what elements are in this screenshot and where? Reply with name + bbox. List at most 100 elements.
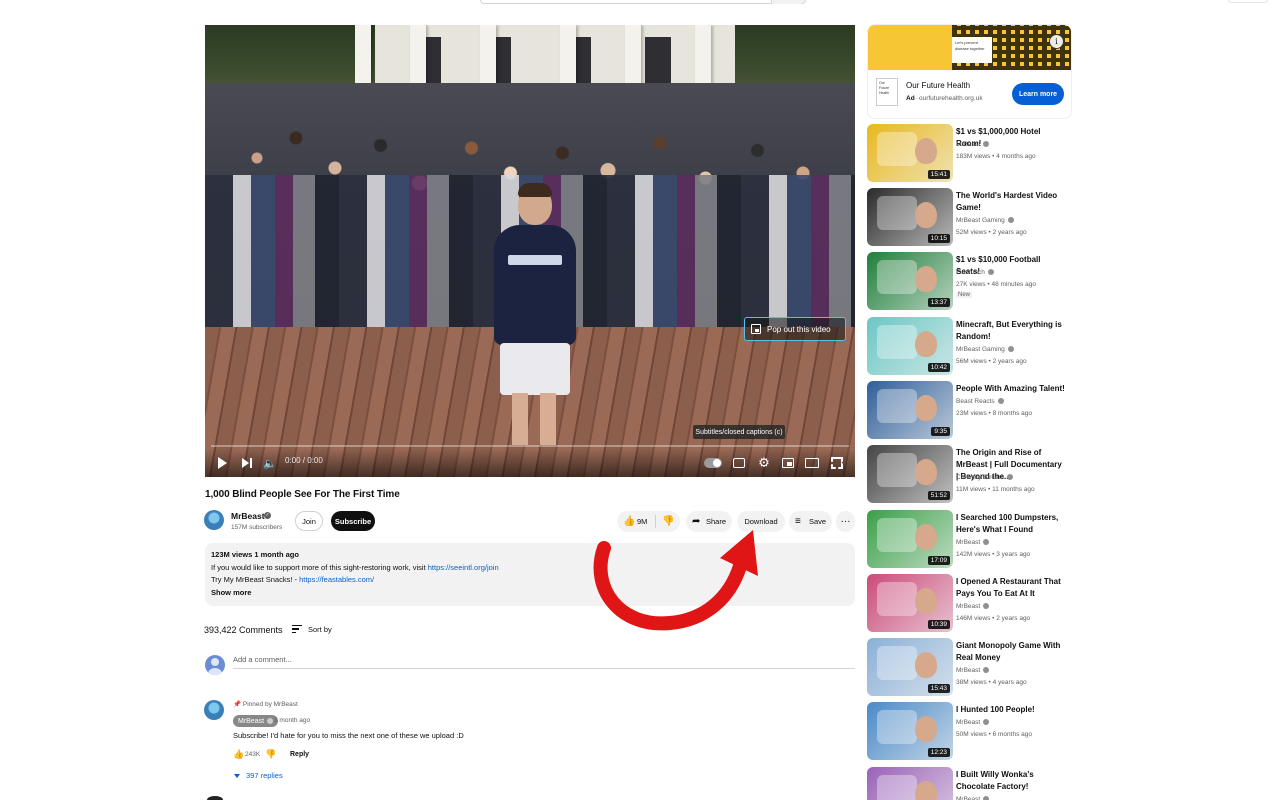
video-thumbnail[interactable]: 12:23 xyxy=(867,702,953,760)
recommended-video-channel[interactable]: MrBeast xyxy=(956,796,990,800)
video-duration: 10:39 xyxy=(927,620,950,629)
gear-icon[interactable]: ⚙ xyxy=(757,455,771,470)
video-thumbnail[interactable]: 13:37 xyxy=(867,252,953,310)
video-thumbnail[interactable]: 10:15 xyxy=(867,188,953,246)
video-thumbnail[interactable]: 9:35 xyxy=(867,381,953,439)
video-thumbnail[interactable]: 17:09 xyxy=(867,510,953,568)
recommended-video[interactable]: 51:52 The Origin and Rise of MrBeast | Fu… xyxy=(867,445,1067,505)
recommended-video-title[interactable]: Minecraft, But Everything is Random! xyxy=(956,319,1066,343)
next-icon[interactable] xyxy=(241,457,253,469)
ad-banner[interactable]: Let's prevent disease together i xyxy=(868,25,1071,70)
video-duration: 51:52 xyxy=(927,491,950,500)
recommended-video-channel[interactable]: MrBeast xyxy=(956,603,990,610)
video-thumbnail[interactable]: 15:41 xyxy=(867,124,953,182)
add-comment-input[interactable]: Add a comment... xyxy=(233,655,855,669)
comment-author-avatar[interactable] xyxy=(204,700,224,720)
recommended-video-channel[interactable]: Futcrunch xyxy=(956,269,994,276)
recommended-video-channel[interactable]: MrBeast xyxy=(956,539,990,546)
sort-by-button[interactable]: Sort by xyxy=(308,625,332,634)
recommended-video[interactable]: 10:42 Minecraft, But Everything is Random… xyxy=(867,317,1067,377)
recommended-video-channel[interactable]: Curiosity Stream xyxy=(956,474,1014,481)
search-bar[interactable] xyxy=(480,0,806,4)
volume-icon[interactable]: 🔈 xyxy=(263,457,277,470)
recommended-video-channel[interactable]: MrBeast xyxy=(956,719,990,726)
thumbs-down-icon[interactable]: 👎 xyxy=(662,516,674,527)
reply-button[interactable]: Reply xyxy=(290,751,309,758)
recommended-video[interactable]: 15:41 $1 vs $1,000,000 Hotel Room! MrBeast… xyxy=(867,124,1067,184)
recommended-video[interactable]: 12:23 I Hunted 100 People! MrBeast 50M view… xyxy=(867,702,1067,762)
recommended-video-channel[interactable]: MrBeast xyxy=(956,141,990,148)
ad-card[interactable]: Let's prevent disease together i Our Fut… xyxy=(867,24,1072,119)
play-icon[interactable] xyxy=(217,457,227,469)
comment-time[interactable]: 1 month ago xyxy=(274,717,310,724)
video-thumbnail[interactable]: 51:52 xyxy=(867,445,953,503)
verified-icon xyxy=(983,719,990,726)
seeintl-link[interactable]: https://seeintl.org/join xyxy=(428,563,499,572)
video-thumbnail[interactable]: 15:43 xyxy=(867,638,953,696)
info-icon[interactable]: i xyxy=(1049,34,1064,49)
popout-button[interactable]: Pop out this video xyxy=(744,317,846,341)
search-button[interactable] xyxy=(771,0,805,4)
ad-label: Ad xyxy=(906,95,915,102)
comment-thumbs-down-icon[interactable]: 👎 xyxy=(265,749,276,760)
recommended-video-title[interactable]: The World's Hardest Video Game! xyxy=(956,190,1066,214)
player-controls: 🔈 0:00 / 0:00 ⚙ xyxy=(205,449,855,477)
channel-avatar[interactable] xyxy=(204,510,224,530)
recommended-video-channel[interactable]: MrBeast xyxy=(956,667,990,674)
video-thumbnail[interactable]: 10:42 xyxy=(867,317,953,375)
recommended-video[interactable]: 13:37 $1 vs $10,000 Football Seats! Futcru… xyxy=(867,252,1067,312)
recommended-video-channel[interactable]: MrBeast Gaming xyxy=(956,346,1014,353)
recommended-video[interactable]: 17:09 I Searched 100 Dumpsters, Here's Wh… xyxy=(867,510,1067,570)
video-player[interactable]: Pop out this video Subtitles/closed capt… xyxy=(205,25,855,477)
video-duration: 15:41 xyxy=(927,170,950,179)
recommended-video-channel[interactable]: Beast Reacts xyxy=(956,398,1004,405)
recommended-video-title[interactable]: I Built Willy Wonka's Chocolate Factory! xyxy=(956,769,1066,793)
ad-url: · ourfuturehealth.org.uk xyxy=(915,95,983,102)
theater-mode-icon[interactable] xyxy=(805,458,819,468)
recommended-video[interactable]: 10:15 The World's Hardest Video Game! MrBe… xyxy=(867,188,1067,248)
verified-icon xyxy=(983,796,990,800)
video-thumbnail[interactable] xyxy=(867,767,953,800)
video-thumbnail[interactable]: 10:39 xyxy=(867,574,953,632)
recommended-video-title[interactable]: People With Amazing Talent! xyxy=(956,383,1066,395)
save-button[interactable]: ≡ Save xyxy=(789,511,832,532)
thumbs-up-icon[interactable]: 👍 xyxy=(623,516,635,527)
verified-icon xyxy=(1007,346,1014,353)
comment-author[interactable]: MrBeast xyxy=(233,715,279,727)
join-button[interactable]: Join xyxy=(295,511,323,531)
recommended-video[interactable]: 15:43 Giant Monopoly Game With Real Money… xyxy=(867,638,1067,698)
more-actions-button[interactable]: ··· xyxy=(836,511,855,532)
recommended-video[interactable]: I Built Willy Wonka's Chocolate Factory!… xyxy=(867,767,1067,800)
my-avatar xyxy=(205,655,225,675)
progress-bar[interactable] xyxy=(211,445,849,447)
like-count[interactable]: 9M xyxy=(637,517,647,526)
recommended-video[interactable]: 9:35 People With Amazing Talent! Beast Rea… xyxy=(867,381,1067,441)
autoplay-toggle-icon[interactable] xyxy=(704,458,722,468)
comment-thumbs-up-icon[interactable]: 👍 xyxy=(233,749,244,760)
captions-icon[interactable] xyxy=(733,458,745,468)
video-duration: 17:09 xyxy=(927,556,950,565)
red-arrow-annotation xyxy=(593,530,758,631)
channel-name[interactable]: MrBeast xyxy=(231,511,265,521)
recommended-video-title[interactable]: I Opened A Restaurant That Pays You To E… xyxy=(956,576,1066,600)
replies-toggle[interactable]: 397 replies xyxy=(234,771,283,780)
recommended-video-title[interactable]: I Searched 100 Dumpsters, Here's What I … xyxy=(956,512,1066,536)
subscribe-button[interactable]: Subscribe xyxy=(331,511,375,531)
ad-title[interactable]: Our Future Health xyxy=(906,81,970,90)
recommended-video-title[interactable]: I Hunted 100 People! xyxy=(956,704,1066,716)
captions-tooltip: Subtitles/closed captions (c) xyxy=(693,425,785,439)
recommended-video[interactable]: 10:39 I Opened A Restaurant That Pays You… xyxy=(867,574,1067,634)
recommended-video-title[interactable]: Giant Monopoly Game With Real Money xyxy=(956,640,1066,664)
verified-icon xyxy=(1007,474,1014,481)
learn-more-button[interactable]: Learn more xyxy=(1012,83,1064,105)
account-area[interactable] xyxy=(1228,0,1268,3)
video-frame xyxy=(205,25,855,477)
fullscreen-icon[interactable] xyxy=(831,457,843,469)
recommended-video-views: 183M views • 4 months ago xyxy=(956,153,1036,160)
miniplayer-icon[interactable] xyxy=(782,458,794,468)
save-label: Save xyxy=(809,517,827,526)
feastables-link[interactable]: https://feastables.com/ xyxy=(299,575,374,584)
video-duration: 13:37 xyxy=(927,298,950,307)
sort-icon[interactable] xyxy=(292,625,302,634)
recommended-video-channel[interactable]: MrBeast Gaming xyxy=(956,217,1014,224)
